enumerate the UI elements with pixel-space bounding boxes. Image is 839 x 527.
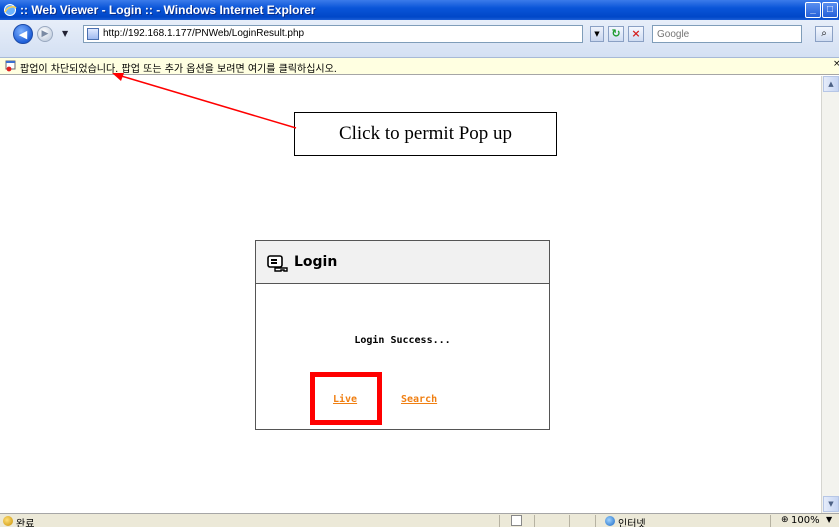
forward-button[interactable]: ▶	[37, 26, 53, 42]
popup-callout: Click to permit Pop up	[294, 112, 557, 156]
search-icon[interactable]: ⌕	[815, 26, 833, 42]
back-button[interactable]: ◀	[13, 24, 33, 44]
status-divider	[534, 515, 535, 527]
page-icon	[87, 28, 99, 40]
stop-button[interactable]: ×	[628, 26, 644, 42]
zoom-icon[interactable]: ⊕	[781, 515, 789, 525]
popup-blocked-icon	[5, 60, 16, 72]
login-success-message: Login Success...	[354, 335, 451, 346]
zone-text: 인터넷	[618, 519, 646, 527]
search-input[interactable]	[653, 26, 801, 42]
page-done-icon	[3, 516, 13, 526]
login-panel: Login Login Success... Live Search	[255, 240, 550, 430]
navigation-bar: ◀ ▶ ▼ http://192.168.1.177/PNWeb/LoginRe…	[0, 20, 839, 58]
minimize-button[interactable]: _	[805, 2, 821, 18]
live-highlight-box	[310, 372, 382, 425]
login-key-icon	[267, 255, 288, 272]
title-bar: :: Web Viewer - Login :: - Windows Inter…	[0, 0, 839, 20]
internet-zone-icon	[605, 516, 615, 526]
login-title: Login	[294, 254, 338, 270]
infobar-close-icon[interactable]: ×	[833, 59, 839, 69]
certificate-icon	[511, 515, 522, 526]
maximize-button[interactable]: □	[822, 2, 838, 18]
forward-arrow-icon: ▶	[41, 29, 49, 39]
zoom-level[interactable]: 100%	[791, 515, 820, 526]
status-divider	[770, 515, 771, 527]
address-url[interactable]: http://192.168.1.177/PNWeb/LoginResult.p…	[103, 28, 304, 39]
vertical-scrollbar[interactable]: ▲ ▼	[821, 76, 839, 513]
refresh-button[interactable]: ↻	[608, 26, 624, 42]
status-text: 완료	[16, 519, 35, 527]
callout-text: Click to permit Pop up	[338, 123, 513, 144]
browser-window: :: Web Viewer - Login :: - Windows Inter…	[0, 0, 839, 527]
infobar-message[interactable]: 팝업이 차단되었습니다. 팝업 또는 추가 옵션을 보려면 여기를 클릭하십시오…	[20, 60, 337, 75]
history-dropdown-icon[interactable]: ▼	[62, 29, 68, 38]
zoom-dropdown-icon[interactable]: ▼	[826, 515, 832, 524]
address-bar[interactable]: http://192.168.1.177/PNWeb/LoginResult.p…	[83, 25, 583, 43]
login-header: Login	[256, 241, 549, 284]
ie-icon	[4, 4, 17, 16]
status-divider	[499, 515, 500, 527]
window-title: :: Web Viewer - Login :: - Windows Inter…	[20, 3, 316, 17]
address-dropdown-icon[interactable]: ▼	[590, 26, 604, 42]
back-arrow-icon: ◀	[18, 27, 28, 41]
status-bar: 완료 인터넷 ⊕ 100% ▼	[0, 513, 839, 527]
scroll-down-icon[interactable]: ▼	[823, 496, 839, 512]
scroll-up-icon[interactable]: ▲	[823, 76, 839, 92]
status-divider	[569, 515, 570, 527]
status-divider	[595, 515, 596, 527]
popup-blocked-infobar[interactable]: 팝업이 차단되었습니다. 팝업 또는 추가 옵션을 보려면 여기를 클릭하십시오…	[0, 58, 839, 75]
search-link[interactable]: Search	[401, 394, 437, 405]
search-box[interactable]	[652, 25, 802, 43]
